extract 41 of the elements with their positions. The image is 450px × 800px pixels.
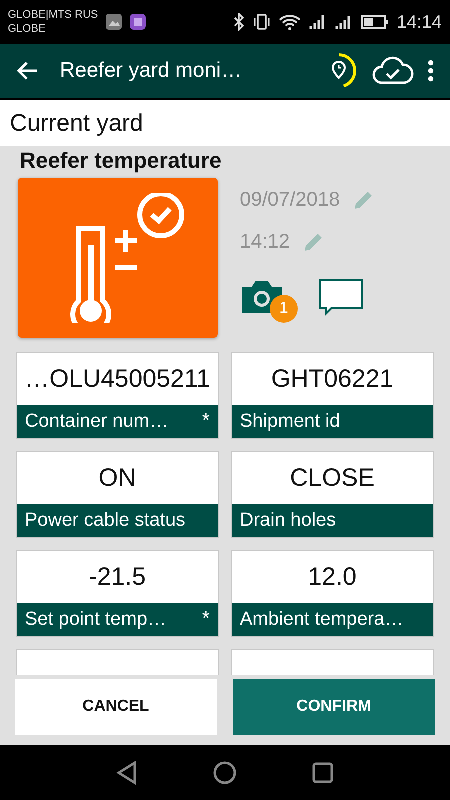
field-value[interactable]: GHT06221 — [232, 353, 433, 405]
notification-icon — [130, 14, 146, 30]
carrier-name: GLOBE — [8, 22, 47, 36]
carrier-name: GLOBE|MTS RUS — [8, 8, 98, 22]
recents-nav-icon[interactable] — [312, 762, 334, 784]
more-menu-icon[interactable] — [428, 60, 434, 82]
date-value: 09/07/2018 — [240, 188, 340, 212]
field-label: Drain holes — [240, 510, 338, 532]
comment-icon[interactable] — [318, 278, 364, 316]
photo-count-badge: 1 — [270, 295, 298, 323]
field-label: Power cable status — [25, 510, 187, 532]
confirm-button[interactable]: CONFIRM — [233, 679, 435, 735]
signal-icon — [334, 13, 353, 31]
cloud-check-icon[interactable] — [372, 56, 414, 86]
signal-icon — [308, 13, 327, 31]
image-icon — [106, 14, 122, 30]
time-value: 14:12 — [240, 230, 290, 254]
clock-time: 14:14 — [396, 12, 442, 32]
field-label: Container num… — [25, 410, 170, 432]
field-value[interactable]: CLOSE — [232, 452, 433, 504]
cancel-button[interactable]: CANCEL — [15, 679, 217, 735]
field-value[interactable]: ON — [17, 452, 218, 504]
field-label: Ambient tempera… — [240, 608, 405, 630]
field-value[interactable]: -21.5 — [17, 551, 218, 603]
screen-title: Reefer yard moni… — [60, 59, 244, 83]
bluetooth-icon — [232, 13, 245, 31]
section-title: Reefer temperature — [20, 148, 223, 174]
field-value[interactable]: 12.0 — [232, 551, 433, 603]
field-label: Set point temp… — [25, 608, 168, 630]
field-label: Shipment id — [240, 410, 342, 432]
required-mark: * — [202, 608, 210, 631]
vibrate-icon — [252, 13, 271, 31]
home-nav-icon[interactable] — [213, 760, 237, 784]
required-mark: * — [202, 410, 210, 433]
field-value[interactable]: …OLU45005211 — [17, 353, 218, 405]
thermometer-tile[interactable] — [18, 178, 218, 338]
back-arrow-icon[interactable] — [16, 61, 38, 81]
back-nav-icon[interactable] — [116, 760, 138, 784]
battery-icon — [360, 14, 389, 30]
current-yard-label: Current yard — [0, 98, 450, 146]
wifi-icon — [278, 13, 301, 31]
